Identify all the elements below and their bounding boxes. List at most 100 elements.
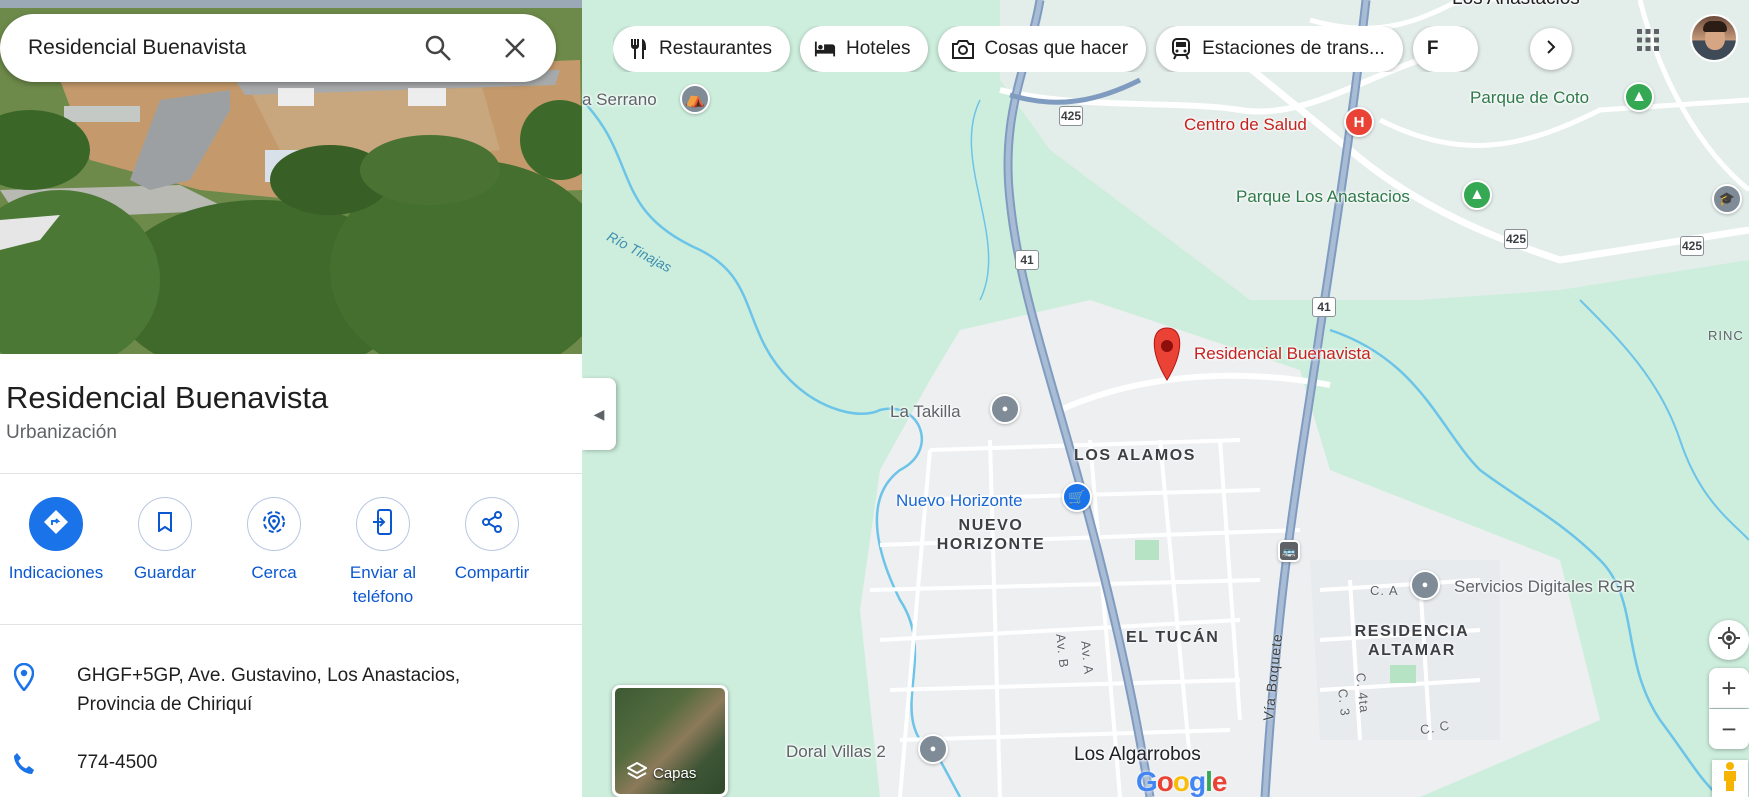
- zoom-in-button[interactable]: +: [1709, 668, 1749, 708]
- nearby-icon: [261, 509, 287, 540]
- layers-label-wrap: Capas: [625, 761, 697, 784]
- camera-icon: [952, 38, 975, 60]
- school-icon[interactable]: 🎓: [1712, 184, 1742, 214]
- place-title: Residencial Buenavista: [6, 380, 329, 415]
- close-icon[interactable]: [499, 32, 531, 64]
- hotel-icon: [814, 38, 836, 60]
- map-label-rinc: RINC: [1708, 328, 1744, 343]
- action-label: Enviar al teléfono: [349, 563, 417, 606]
- action-label: Compartir: [454, 563, 530, 582]
- map-label-parque-los-anastacios[interactable]: Parque Los Anastacios: [1236, 187, 1410, 207]
- directions-icon: [43, 509, 69, 540]
- map-label-doral-villas[interactable]: Doral Villas 2: [786, 742, 886, 762]
- chip-more[interactable]: F: [1412, 26, 1479, 72]
- category-chips: Restaurantes Hoteles Cosas que hacer Est…: [613, 26, 1628, 72]
- avatar-hair: [1703, 21, 1727, 32]
- zoom-out-button[interactable]: −: [1709, 709, 1749, 749]
- place-panel: Residencial Buenavista Urbanización Indi…: [0, 0, 582, 797]
- street-view-pegman[interactable]: [1712, 760, 1748, 797]
- route-shield: 425: [1504, 229, 1528, 249]
- park-icon[interactable]: ▲: [1624, 82, 1654, 112]
- save-button[interactable]: Guardar: [110, 497, 220, 585]
- share-button[interactable]: Compartir: [437, 497, 547, 585]
- chip-estaciones[interactable]: Estaciones de trans...: [1156, 26, 1403, 72]
- map-label-residencial-buenavista[interactable]: Residencial Buenavista: [1194, 344, 1371, 364]
- map-label-los-algarrobos[interactable]: Los Algarrobos: [1074, 744, 1201, 766]
- route-shield: 41: [1015, 250, 1039, 270]
- apps-grid-icon: [1636, 28, 1660, 57]
- map-label-centro-de-salud[interactable]: Centro de Salud: [1184, 115, 1307, 135]
- layers-label: Capas: [653, 764, 697, 782]
- map-label-la-takilla[interactable]: La Takilla: [890, 402, 961, 422]
- layers-icon: [625, 761, 649, 784]
- chip-label: Cosas que hacer: [984, 38, 1129, 59]
- send-to-phone-circle: [356, 497, 410, 551]
- park-icon[interactable]: ▲: [1462, 180, 1492, 210]
- bookmark-icon: [157, 511, 173, 537]
- minus-icon: −: [1721, 713, 1737, 744]
- chevron-left-icon: ◀: [593, 405, 605, 422]
- search-icon[interactable]: [422, 32, 454, 64]
- plus-icon: +: [1721, 672, 1737, 703]
- chip-label: Restaurantes: [659, 38, 773, 59]
- phone-row[interactable]: 774-4500: [0, 748, 582, 780]
- layers-button[interactable]: Capas: [612, 685, 728, 797]
- map-label-c-3: C. 3: [1335, 688, 1353, 718]
- map-label-nuevo-horizonte-district: NUEVO HORIZONTE: [936, 517, 1046, 553]
- divider: [0, 624, 582, 625]
- divider: [0, 473, 582, 474]
- location-pin-icon: [10, 663, 38, 691]
- nearby-circle: [247, 497, 301, 551]
- nearby-button[interactable]: Cerca: [219, 497, 329, 585]
- place-icon[interactable]: ●: [990, 394, 1020, 424]
- directions-circle: [29, 497, 83, 551]
- map-label-c-a: C. A: [1370, 583, 1399, 598]
- share-circle: [465, 497, 519, 551]
- map-label-residencia-altamar: RESIDENCIA ALTAMAR: [1354, 623, 1470, 659]
- shopping-cart-icon[interactable]: 🛒: [1062, 482, 1092, 512]
- search-box: [0, 14, 556, 82]
- map-label-el-tucan: EL TUCÁN: [1126, 629, 1220, 646]
- address-row[interactable]: GHGF+5GP, Ave. Gustavino, Los Anastacios…: [0, 661, 582, 721]
- search-input[interactable]: [28, 36, 408, 60]
- action-label: Indicaciones: [8, 563, 104, 582]
- my-location-button[interactable]: [1709, 620, 1749, 660]
- hospital-icon[interactable]: H: [1344, 107, 1374, 137]
- collapse-panel-button[interactable]: ◀: [582, 378, 616, 450]
- save-circle: [138, 497, 192, 551]
- map-label-los-anastacios[interactable]: Los Anastacios: [1452, 0, 1580, 10]
- action-label: Guardar: [133, 563, 197, 582]
- route-shield: 41: [1312, 297, 1336, 317]
- send-to-phone-button[interactable]: Enviar al teléfono: [328, 497, 438, 609]
- landmark-icon[interactable]: ⛺: [680, 84, 710, 114]
- chip-label: Hoteles: [846, 38, 911, 59]
- action-buttons: Indicaciones Guardar Cerca Enviar al tel…: [0, 497, 582, 607]
- my-location-icon: [1717, 626, 1741, 655]
- action-label: Cerca: [251, 563, 297, 582]
- route-shield: 425: [1059, 106, 1083, 126]
- google-logo: Google: [1136, 766, 1227, 797]
- route-shield: 425: [1680, 236, 1704, 256]
- bus-stop-icon[interactable]: 🚌: [1278, 540, 1300, 562]
- chip-hoteles[interactable]: Hoteles: [800, 26, 929, 72]
- google-apps-button[interactable]: [1628, 22, 1668, 62]
- address-text: GHGF+5GP, Ave. Gustavino, Los Anastacios…: [77, 665, 461, 715]
- chip-label: Estaciones de trans...: [1202, 38, 1385, 59]
- pegman-icon: [1721, 761, 1739, 796]
- map-label-serrano[interactable]: a Serrano: [582, 90, 657, 110]
- chip-restaurantes[interactable]: Restaurantes: [613, 26, 791, 72]
- map-label-nuevo-horizonte[interactable]: Nuevo Horizonte: [896, 491, 1023, 511]
- map-label-parque-de-coto[interactable]: Parque de Coto: [1470, 88, 1589, 108]
- avatar[interactable]: [1690, 14, 1738, 62]
- directions-button[interactable]: Indicaciones: [1, 497, 111, 585]
- chip-cosas-que-hacer[interactable]: Cosas que hacer: [938, 26, 1147, 72]
- chips-next-button[interactable]: [1530, 28, 1572, 70]
- transit-icon: [1170, 38, 1192, 60]
- restaurant-icon: [627, 38, 649, 60]
- chevron-right-icon: [1544, 39, 1558, 59]
- place-icon[interactable]: ●: [1410, 570, 1440, 600]
- phone-icon: [10, 750, 38, 778]
- map-label-servicios-digitales[interactable]: Servicios Digitales RGR: [1454, 577, 1635, 597]
- place-icon[interactable]: ●: [918, 734, 948, 764]
- place-category[interactable]: Urbanización: [6, 422, 117, 444]
